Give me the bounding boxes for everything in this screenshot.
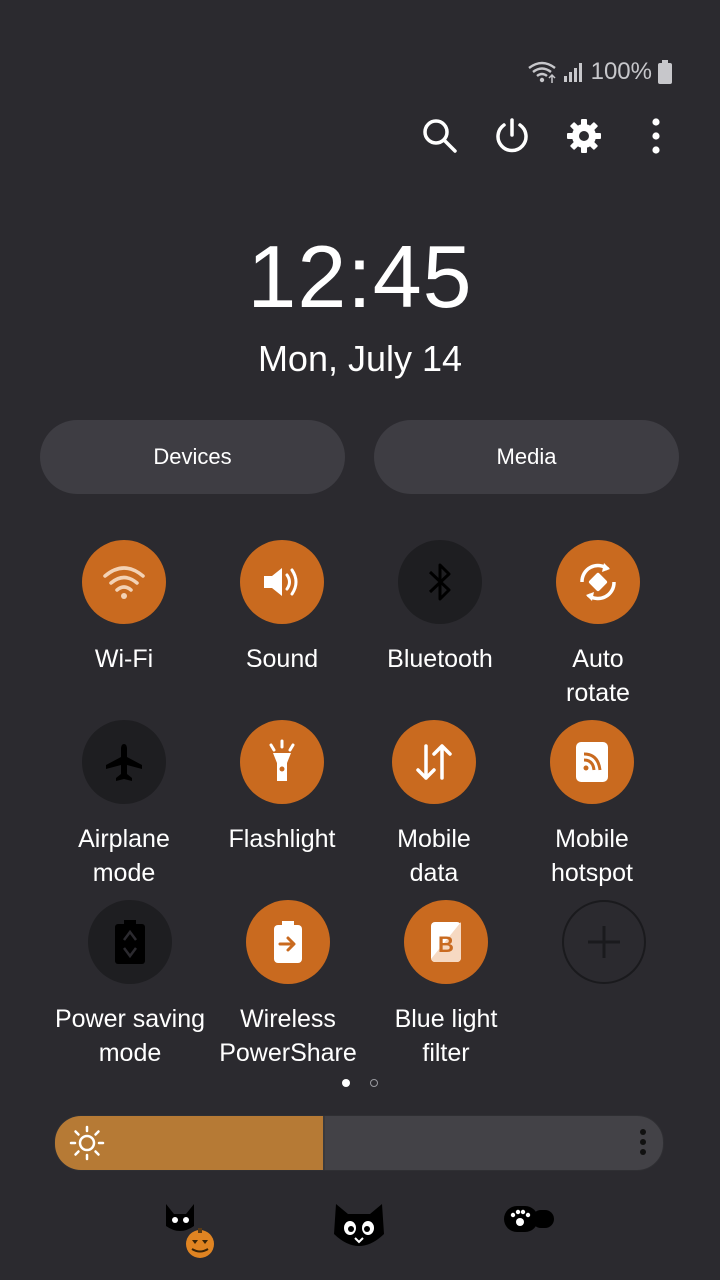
tile-flashlight-toggle[interactable]: [240, 720, 324, 804]
tile-mobile-hotspot[interactable]: Mobile hotspot: [512, 720, 672, 890]
tile-blue-light-filter-toggle[interactable]: B: [404, 900, 488, 984]
tile-sound-label: Sound: [245, 645, 319, 673]
search-button[interactable]: [416, 112, 464, 160]
status-bar: 100%: [527, 58, 672, 86]
tile-add[interactable]: [524, 900, 684, 984]
clock-time[interactable]: 12:45: [0, 226, 720, 328]
tile-airplane-mode-toggle[interactable]: [82, 720, 166, 804]
cat-pumpkin-icon[interactable]: [162, 1198, 222, 1260]
settings-button[interactable]: [560, 112, 608, 160]
tile-power-saving-mode-toggle[interactable]: [88, 900, 172, 984]
tile-mobile-hotspot-label: Mobile hotspot: [550, 825, 633, 887]
add-icon: [588, 926, 620, 958]
airplane-icon: [106, 744, 142, 781]
auto-rotate-icon: [580, 563, 616, 601]
more-options-button[interactable]: [632, 112, 680, 160]
power-icon: [496, 118, 528, 153]
volume-icon: [264, 568, 298, 596]
sun-icon: [69, 1125, 105, 1161]
power-button[interactable]: [488, 112, 536, 160]
wifi-icon: [103, 566, 145, 599]
wifi-status-icon: [527, 61, 556, 83]
tile-wifi-label: Wi-Fi: [94, 645, 154, 673]
brightness-more-icon[interactable]: [639, 1128, 647, 1156]
quick-panel-actions: [0, 112, 720, 160]
page-dot-2[interactable]: [370, 1079, 378, 1087]
page-indicator: [0, 1079, 720, 1087]
tile-blue-light-filter-label: Blue light filter: [394, 1005, 498, 1067]
tile-auto-rotate[interactable]: Auto rotate: [518, 540, 678, 710]
tile-bluetooth[interactable]: Bluetooth: [360, 540, 520, 676]
tile-mobile-data-label: Mobile data: [397, 825, 471, 887]
page-dot-1[interactable]: [342, 1079, 350, 1087]
tile-wireless-powershare-toggle[interactable]: [246, 900, 330, 984]
svg-text:B: B: [438, 932, 454, 957]
blue-light-filter-icon: B: [431, 922, 461, 962]
tile-power-saving-mode[interactable]: Power saving mode: [50, 900, 210, 1070]
mobile-data-icon: [416, 744, 452, 780]
settings-icon: [567, 119, 601, 153]
bluetooth-icon: [428, 563, 451, 601]
tile-power-saving-mode-label: Power saving mode: [54, 1005, 206, 1067]
search-icon: [423, 119, 457, 153]
hotspot-icon: [576, 742, 608, 782]
media-button[interactable]: Media: [374, 420, 679, 494]
battery-icon: [658, 60, 672, 84]
more-options-icon: [652, 118, 660, 154]
flashlight-icon: [269, 739, 295, 781]
tile-mobile-hotspot-toggle[interactable]: [550, 720, 634, 804]
tile-bluetooth-label: Bluetooth: [387, 645, 493, 673]
tile-wireless-powershare[interactable]: Wireless PowerShare: [208, 900, 368, 1070]
media-label: Media: [496, 444, 557, 469]
brightness-slider[interactable]: [54, 1115, 664, 1171]
add-tile-button[interactable]: [562, 900, 646, 984]
tile-airplane-mode-label: Airplane mode: [78, 825, 170, 887]
devices-button[interactable]: Devices: [40, 420, 345, 494]
wireless-powershare-icon: [274, 921, 302, 963]
tile-bluetooth-toggle[interactable]: [398, 540, 482, 624]
tile-mobile-data-toggle[interactable]: [392, 720, 476, 804]
clock-date[interactable]: Mon, July 14: [0, 338, 720, 380]
tile-sound[interactable]: Sound: [202, 540, 362, 676]
devices-label: Devices: [153, 444, 232, 469]
tile-wireless-powershare-label: Wireless PowerShare: [219, 1005, 357, 1067]
cat-face-icon[interactable]: [330, 1198, 388, 1258]
power-saving-icon: [115, 920, 145, 964]
tile-mobile-data[interactable]: Mobile data: [354, 720, 514, 890]
tile-wifi[interactable]: Wi-Fi: [44, 540, 204, 676]
tile-auto-rotate-label: Auto rotate: [566, 645, 630, 707]
tile-sound-toggle[interactable]: [240, 540, 324, 624]
tile-blue-light-filter[interactable]: B Blue light filter: [366, 900, 526, 1070]
battery-percent: 100%: [590, 58, 652, 85]
tile-wifi-toggle[interactable]: [82, 540, 166, 624]
paw-badge-icon[interactable]: [502, 1198, 556, 1238]
tile-flashlight-label: Flashlight: [228, 825, 336, 853]
tile-auto-rotate-toggle[interactable]: [556, 540, 640, 624]
signal-icon: [563, 63, 582, 82]
tile-flashlight[interactable]: Flashlight: [202, 720, 362, 856]
tile-airplane-mode[interactable]: Airplane mode: [44, 720, 204, 890]
